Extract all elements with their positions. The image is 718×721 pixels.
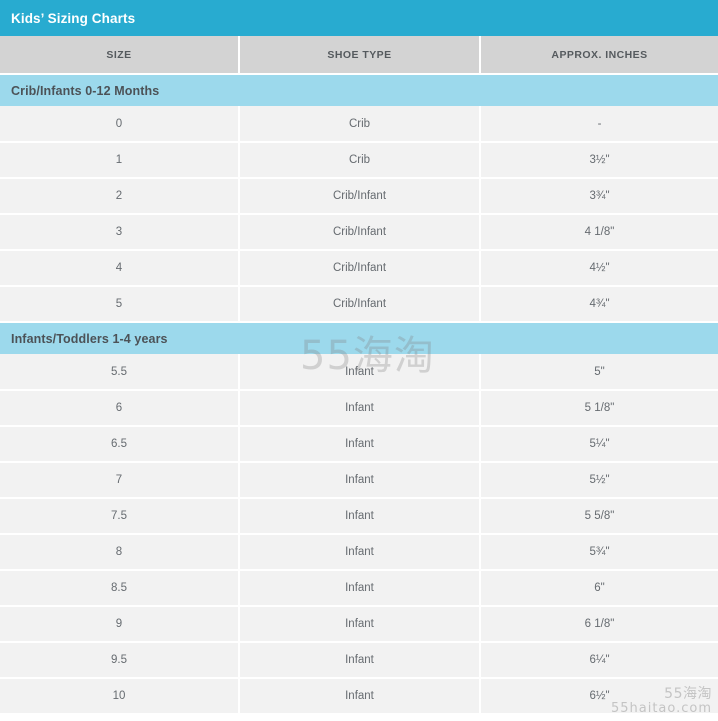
cell-type: Crib/Infant [239, 178, 481, 215]
cell-inches: 3½" [480, 142, 718, 179]
cell-type: Infant [239, 678, 481, 715]
section-heading-infants-toddlers: Infants/Toddlers 1-4 years [0, 322, 718, 354]
cell-size: 6 [0, 390, 240, 427]
cell-inches: 4¾" [480, 286, 718, 323]
cell-inches: 5 1/8" [480, 390, 718, 427]
cell-size: 0 [0, 106, 240, 143]
cell-size: 1 [0, 142, 240, 179]
cell-size: 4 [0, 250, 240, 287]
table-row: 5 Crib/Infant 4¾" [0, 286, 718, 323]
table-column-header-row: SIZE SHOE TYPE APPROX. INCHES [0, 36, 718, 75]
cell-size: 9.5 [0, 642, 240, 679]
cell-inches: - [480, 106, 718, 143]
cell-type: Crib [239, 106, 481, 143]
page-title: Kids’ Sizing Charts [11, 10, 136, 26]
cell-inches: 6 1/8" [480, 606, 718, 643]
cell-inches: 6½" [480, 678, 718, 715]
sizing-chart-root: Kids’ Sizing Charts SIZE SHOE TYPE APPRO… [0, 0, 718, 721]
table-row: 1 Crib 3½" [0, 142, 718, 179]
cell-type: Infant [239, 354, 481, 391]
cell-size: 8 [0, 534, 240, 571]
cell-size: 3 [0, 214, 240, 251]
table-row: 2 Crib/Infant 3¾" [0, 178, 718, 215]
table-body: Crib/Infants 0-12 Months 0 Crib - 1 Crib… [0, 74, 718, 715]
table-row: 4 Crib/Infant 4½" [0, 250, 718, 287]
column-header-approx-inches: APPROX. INCHES [480, 36, 718, 75]
table-row: 8.5 Infant 6" [0, 570, 718, 607]
table-row: 8 Infant 5¾" [0, 534, 718, 571]
cell-type: Infant [239, 642, 481, 679]
cell-inches: 6¼" [480, 642, 718, 679]
cell-type: Crib/Infant [239, 250, 481, 287]
table-row: 7.5 Infant 5 5/8" [0, 498, 718, 535]
cell-inches: 5¼" [480, 426, 718, 463]
section-header-row: Infants/Toddlers 1-4 years [0, 322, 718, 354]
cell-type: Infant [239, 570, 481, 607]
section-heading-crib-infants: Crib/Infants 0-12 Months [0, 74, 718, 106]
cell-type: Crib [239, 142, 481, 179]
cell-size: 6.5 [0, 426, 240, 463]
table-row: 6.5 Infant 5¼" [0, 426, 718, 463]
chart-title-bar: Kids’ Sizing Charts [0, 0, 718, 36]
cell-size: 5 [0, 286, 240, 323]
column-header-shoe-type: SHOE TYPE [239, 36, 481, 75]
cell-size: 9 [0, 606, 240, 643]
table-row: 5.5 Infant 5" [0, 354, 718, 391]
cell-size: 7.5 [0, 498, 240, 535]
cell-inches: 5½" [480, 462, 718, 499]
cell-size: 7 [0, 462, 240, 499]
cell-type: Infant [239, 390, 481, 427]
cell-type: Infant [239, 534, 481, 571]
cell-inches: 3¾" [480, 178, 718, 215]
cell-inches: 6" [480, 570, 718, 607]
cell-type: Crib/Infant [239, 286, 481, 323]
table-row: 7 Infant 5½" [0, 462, 718, 499]
cell-inches: 4½" [480, 250, 718, 287]
table-row: 3 Crib/Infant 4 1/8" [0, 214, 718, 251]
cell-type: Infant [239, 426, 481, 463]
cell-inches: 5 5/8" [480, 498, 718, 535]
cell-type: Infant [239, 462, 481, 499]
cell-size: 8.5 [0, 570, 240, 607]
table-row: 9.5 Infant 6¼" [0, 642, 718, 679]
table-row: 10 Infant 6½" [0, 678, 718, 715]
cell-type: Infant [239, 606, 481, 643]
column-header-size: SIZE [0, 36, 240, 75]
cell-type: Infant [239, 498, 481, 535]
cell-size: 5.5 [0, 354, 240, 391]
cell-inches: 4 1/8" [480, 214, 718, 251]
cell-size: 10 [0, 678, 240, 715]
table-row: 9 Infant 6 1/8" [0, 606, 718, 643]
section-header-row: Crib/Infants 0-12 Months [0, 74, 718, 106]
table-row: 0 Crib - [0, 106, 718, 143]
cell-inches: 5¾" [480, 534, 718, 571]
cell-size: 2 [0, 178, 240, 215]
cell-type: Crib/Infant [239, 214, 481, 251]
cell-inches: 5" [480, 354, 718, 391]
table-row: 6 Infant 5 1/8" [0, 390, 718, 427]
sizing-table: SIZE SHOE TYPE APPROX. INCHES Crib/Infan… [0, 36, 718, 715]
